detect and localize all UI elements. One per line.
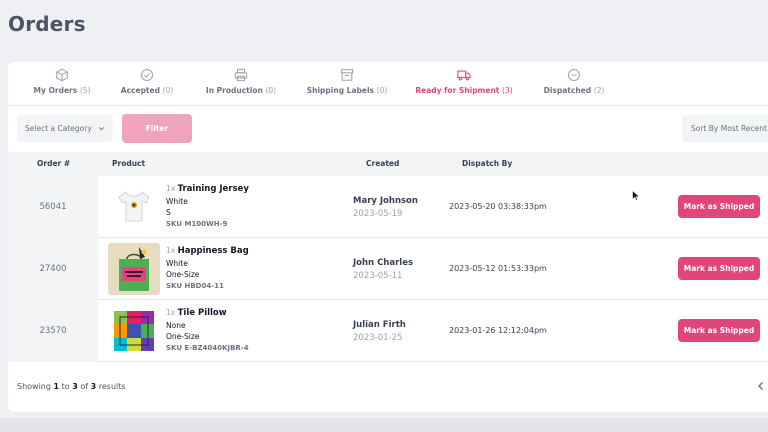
order-id: 27400: [8, 238, 98, 300]
product-image-bag: [108, 243, 160, 295]
product-color: None: [166, 320, 186, 330]
product-image-jersey: [108, 181, 160, 233]
customer-info: Julian Firth 2023-01-25: [353, 319, 406, 345]
order-status-tabs: My Orders (5) Accepted (0) In Production…: [8, 62, 768, 106]
tab-label: In Production: [205, 86, 263, 95]
product-info: 1x Tile Pillow None One-Size SKU E-BZ404…: [166, 307, 249, 354]
tab-count: (0): [376, 86, 388, 95]
header-product: Product: [112, 159, 146, 168]
tab-label: Ready for Shipment: [415, 86, 500, 95]
tab-label: My Orders: [33, 86, 78, 95]
product-name: Tile Pillow: [177, 308, 227, 318]
tab-dispatched[interactable]: Dispatched (2): [544, 68, 604, 104]
dash-circle-icon: [567, 68, 581, 82]
summary-total: 3: [90, 382, 97, 391]
customer-info: John Charles 2023-05-11: [353, 257, 413, 283]
page-title: Orders: [8, 12, 86, 36]
truck-icon: [457, 70, 471, 81]
tab-count: (5): [79, 86, 91, 95]
dispatch-by: 2023-01-26 12:12:04pm: [449, 326, 547, 335]
table-row: 23570 1x Tile Pillow None One-Size SKU E…: [8, 300, 768, 362]
summary-of-word: of: [80, 382, 89, 391]
product-info: 1x Training Jersey White S SKU M100WH-9: [166, 183, 249, 230]
product-sku: SKU HBD04-11: [166, 281, 224, 290]
dispatch-by: 2023-05-12 01:53:33pm: [449, 264, 547, 273]
category-select[interactable]: Select a Category: [17, 115, 113, 142]
product-image-pillow: [108, 305, 160, 357]
tab-label: Dispatched: [543, 86, 592, 95]
tab-label: Shipping Labels: [306, 86, 375, 95]
tab-count: (0): [162, 86, 174, 95]
order-id: 56041: [8, 176, 98, 238]
archive-icon: [340, 69, 354, 81]
table-row: 56041 1x Training Jersey White S SKU M10…: [8, 176, 768, 238]
product-size: S: [166, 208, 171, 217]
created-date: 2023-05-11: [353, 271, 403, 281]
summary-to: 3: [72, 382, 78, 391]
created-date: 2023-05-19: [353, 209, 403, 219]
product-size: One-Size: [166, 270, 200, 279]
sort-select[interactable]: Sort By Most Recent: [682, 115, 768, 142]
printer-icon: [234, 68, 248, 82]
product-name: Training Jersey: [177, 184, 249, 194]
customer-name: John Charles: [353, 258, 414, 268]
table-row: 27400 1x Happiness Bag White One-Size SK…: [8, 238, 768, 300]
tab-my-orders[interactable]: My Orders (5): [34, 68, 90, 104]
tab-count: (3): [502, 86, 513, 95]
product-qty: 1x: [166, 184, 176, 193]
header-dispatch-by: Dispatch By: [462, 159, 513, 168]
mark-as-shipped-button[interactable]: Mark as Shipped: [678, 319, 760, 342]
product-color: White: [166, 258, 188, 268]
customer-name: Mary Johnson: [353, 196, 418, 206]
orders-card: My Orders (5) Accepted (0) In Production…: [8, 62, 768, 412]
tab-count: (0): [265, 86, 277, 95]
tab-accepted[interactable]: Accepted (0): [121, 68, 173, 104]
product-qty: 1x: [166, 308, 176, 317]
chevron-down-icon: [99, 127, 104, 131]
bottom-bar: [0, 418, 768, 432]
summary-to-word: to: [61, 382, 70, 391]
dispatch-by: 2023-05-20 03:38:33pm: [449, 202, 547, 211]
product-sku: SKU E-BZ4040KJBR-4: [166, 343, 249, 352]
product-qty: 1x: [166, 246, 176, 255]
customer-name: Julian Firth: [353, 320, 406, 330]
mouse-cursor-icon: [632, 190, 640, 201]
header-created: Created: [366, 159, 400, 168]
box-icon: [56, 68, 68, 82]
summary-suffix: results: [98, 382, 126, 391]
tab-ready-for-shipment[interactable]: Ready for Shipment (3): [415, 68, 513, 104]
tab-count: (2): [593, 86, 605, 95]
header-order: Order #: [37, 159, 71, 168]
filter-button[interactable]: Filter: [122, 114, 192, 143]
summary-from: 1: [53, 382, 60, 391]
pagination-summary: Showing 1 to 3 of 3 results: [17, 382, 126, 391]
check-circle-icon: [140, 68, 154, 82]
mark-as-shipped-button[interactable]: Mark as Shipped: [678, 195, 760, 218]
category-select-label: Select a Category: [25, 124, 92, 133]
product-color: White: [166, 196, 188, 206]
order-id: 23570: [8, 300, 98, 362]
product-name: Happiness Bag: [177, 246, 249, 256]
tab-shipping-labels[interactable]: Shipping Labels (0): [306, 68, 388, 104]
chevron-left-icon[interactable]: [756, 380, 766, 392]
table-header: Order # Product Created Dispatch By: [8, 152, 768, 176]
product-size: One-Size: [166, 332, 200, 341]
product-sku: SKU M100WH-9: [166, 219, 228, 228]
created-date: 2023-01-25: [353, 333, 403, 343]
summary-prefix: Showing: [17, 382, 51, 391]
tab-in-production[interactable]: In Production (0): [206, 68, 276, 104]
customer-info: Mary Johnson 2023-05-19: [353, 195, 418, 221]
mark-as-shipped-button[interactable]: Mark as Shipped: [678, 257, 760, 280]
tab-label: Accepted: [120, 86, 160, 95]
product-info: 1x Happiness Bag White One-Size SKU HBD0…: [166, 245, 249, 292]
